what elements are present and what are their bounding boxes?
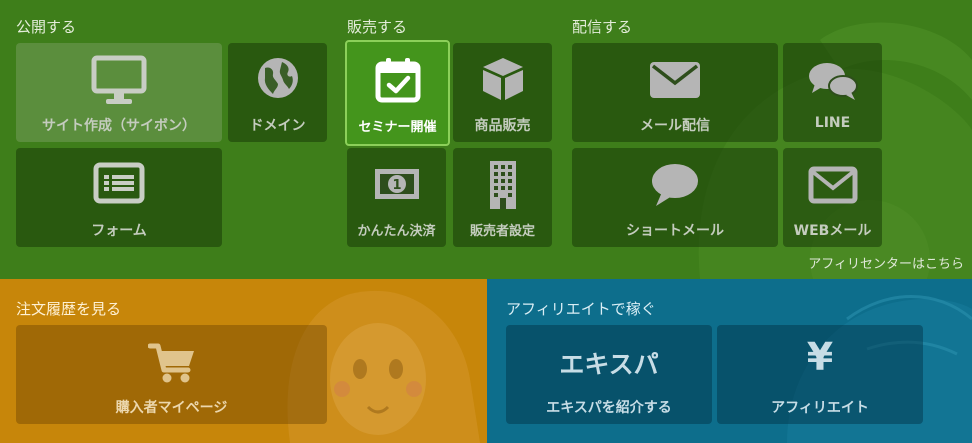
blue-panel: アフィリエイトで稼ぐ エキスパ エキスパを紹介する ¥ アフィリエイト [487, 279, 972, 443]
banknote-icon: 1 [347, 168, 446, 200]
speech-bubble-icon [572, 162, 778, 208]
site-creation-tile[interactable]: サイト作成（サイボン） [16, 43, 222, 142]
seminar-tile[interactable]: セミナー開催 [345, 40, 450, 146]
orange-panel: 注文履歴を見る 購入者マイページ [0, 279, 487, 443]
orders-section-title: 注文履歴を見る [16, 300, 122, 318]
affiliate-section-title: アフィリエイトで稼ぐ [506, 300, 656, 318]
buyer-mypage-label: 購入者マイページ [115, 400, 228, 416]
seminar-label: セミナー開催 [358, 120, 437, 135]
mail-delivery-label: メール配信 [640, 118, 710, 134]
affiliate-center-link[interactable]: アフィリセンターはこちら [808, 253, 964, 272]
form-tile[interactable]: フォーム [16, 148, 222, 247]
green-panel: 公開する 販売する 配信する サイト作成（サイボン） ドメイン フォーム セミナ… [0, 0, 972, 279]
affiliate-tile[interactable]: ¥ アフィリエイト [717, 325, 923, 424]
seller-settings-tile[interactable]: 販売者設定 [453, 148, 552, 247]
shopping-cart-icon [16, 342, 327, 384]
web-mail-tile[interactable]: WEBメール [783, 148, 882, 247]
form-label: フォーム [91, 223, 147, 239]
buyer-mypage-tile[interactable]: 購入者マイページ [16, 325, 327, 424]
site-creation-label: サイト作成（サイボン） [42, 118, 196, 134]
publish-section-title: 公開する [16, 18, 77, 36]
short-mail-tile[interactable]: ショートメール [572, 148, 778, 247]
envelope-icon [572, 61, 778, 99]
product-sales-tile[interactable]: 商品販売 [453, 43, 552, 142]
yen-icon: ¥ [806, 335, 834, 379]
chat-bubbles-icon [783, 60, 882, 102]
line-label: LINE [814, 115, 851, 131]
form-list-icon [16, 162, 222, 204]
domain-tile[interactable]: ドメイン [228, 43, 327, 142]
line-tile[interactable]: LINE [783, 43, 882, 142]
easy-payment-label: かんたん決済 [357, 224, 436, 239]
box-icon [453, 56, 552, 102]
svg-text:1: 1 [392, 178, 401, 193]
seller-settings-label: 販売者設定 [469, 224, 535, 239]
exispa-logo-text: エキスパ [559, 350, 659, 379]
exispa-referral-label: エキスパを紹介する [546, 400, 672, 416]
building-icon [453, 160, 552, 210]
short-mail-label: ショートメール [626, 223, 724, 239]
globe-icon [228, 56, 327, 100]
sell-section-title: 販売する [347, 18, 408, 36]
mail-delivery-tile[interactable]: メール配信 [572, 43, 778, 142]
deliver-section-title: 配信する [572, 18, 633, 36]
domain-label: ドメイン [249, 118, 306, 134]
product-sales-label: 商品販売 [474, 118, 531, 134]
easy-payment-tile[interactable]: 1 かんたん決済 [347, 148, 446, 247]
web-mail-label: WEBメール [793, 223, 872, 239]
exispa-referral-tile[interactable]: エキスパ エキスパを紹介する [506, 325, 712, 424]
envelope-outline-icon [783, 166, 882, 204]
calendar-check-icon [347, 56, 448, 104]
affiliate-label: アフィリエイト [771, 400, 869, 416]
monitor-icon [16, 55, 222, 105]
